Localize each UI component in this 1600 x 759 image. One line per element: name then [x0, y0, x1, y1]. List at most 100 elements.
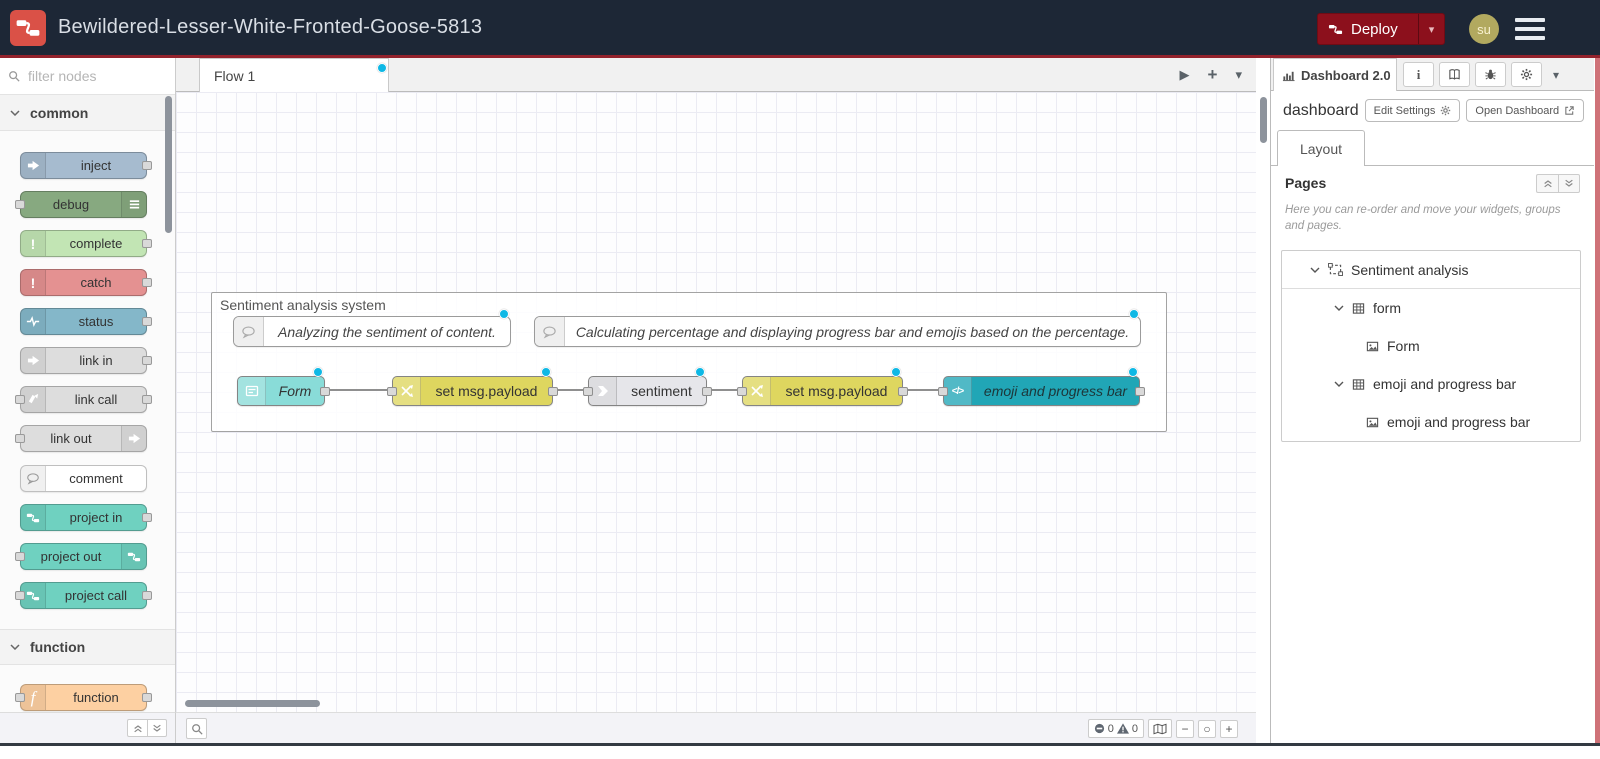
output-port[interactable] [142, 356, 152, 365]
user-avatar[interactable]: su [1469, 14, 1499, 44]
input-port[interactable] [15, 693, 25, 702]
palette-category-common[interactable]: common [0, 95, 175, 131]
input-port[interactable] [15, 591, 25, 600]
tree-item-widget-emoji-and-progress-bar[interactable]: emoji and progress bar [1282, 403, 1580, 441]
canvas-search-button[interactable] [186, 718, 207, 739]
node-label: Form [278, 383, 312, 399]
palette-search-input[interactable] [26, 67, 156, 85]
flow-tab-label: Flow 1 [214, 67, 256, 84]
input-port[interactable] [15, 200, 25, 209]
sidebar-tabs-caret[interactable]: ▾ [1553, 68, 1559, 82]
expand-all-button[interactable] [147, 719, 167, 737]
comment-node[interactable]: Analyzing the sentiment of content. [233, 316, 511, 347]
zoom-reset-button[interactable]: ○ [1198, 719, 1216, 738]
flow-tab[interactable]: Flow 1 [199, 58, 389, 92]
changed-indicator-dot [313, 367, 323, 377]
flow-node-change[interactable]: set msg.payload [737, 376, 908, 406]
palette-node-catch[interactable]: ! catch [20, 269, 152, 296]
output-port[interactable] [142, 513, 152, 522]
output-port[interactable] [142, 395, 152, 404]
palette-node-link-in[interactable]: link in [20, 347, 152, 374]
output-port[interactable] [548, 387, 558, 396]
flow-list-caret-icon[interactable]: ▾ [1235, 67, 1242, 83]
deploy-options-caret[interactable]: ▾ [1418, 14, 1444, 44]
output-port[interactable] [898, 387, 908, 396]
input-port[interactable] [15, 552, 25, 561]
palette-node-inject[interactable]: inject [20, 152, 152, 179]
bar-chart-icon [1282, 69, 1295, 82]
tree-item-page-sentiment-analysis[interactable]: Sentiment analysis [1282, 251, 1580, 289]
palette-scrollbar[interactable] [165, 96, 172, 233]
input-port[interactable] [583, 387, 593, 396]
deploy-button-main[interactable]: Deploy [1318, 14, 1418, 44]
chevron-down-icon[interactable] [1334, 305, 1344, 311]
tree-item-group-emoji-and-progress-bar[interactable]: emoji and progress bar [1282, 365, 1580, 403]
config-tab-button[interactable] [1511, 62, 1542, 87]
palette-node-project-in[interactable]: project in [20, 504, 152, 531]
palette-node-project-out[interactable]: project out [15, 543, 147, 570]
zoom-out-button[interactable]: − [1176, 719, 1194, 738]
output-port[interactable] [320, 387, 330, 396]
sidebar-tab-bar: Dashboard 2.0 i ▾ [1271, 58, 1594, 91]
pulse-icon [21, 309, 46, 334]
palette-node-project-call[interactable]: project call [15, 582, 152, 609]
output-port[interactable] [142, 278, 152, 287]
navigator-map-button[interactable] [1148, 719, 1172, 738]
input-port[interactable] [15, 434, 25, 443]
right-edge-scrollbar[interactable] [1595, 58, 1600, 743]
wire[interactable] [903, 389, 943, 391]
open-dashboard-button[interactable]: Open Dashboard [1466, 99, 1585, 122]
output-port[interactable] [1135, 387, 1145, 396]
zoom-in-button[interactable]: + [1220, 719, 1238, 738]
expand-all-pages-button[interactable] [1558, 173, 1580, 193]
canvas-vertical-scrollbar[interactable] [1260, 97, 1267, 143]
input-port[interactable] [15, 395, 25, 404]
palette-node-link-out[interactable]: link out [15, 425, 147, 452]
chevron-down-icon[interactable] [1310, 267, 1320, 273]
wire[interactable] [325, 389, 392, 391]
notifications-status[interactable]: 0 0 [1087, 719, 1144, 738]
sidebar-tab-dashboard[interactable]: Dashboard 2.0 [1273, 58, 1397, 91]
output-port[interactable] [142, 317, 152, 326]
arrow-pentagon-icon [589, 377, 617, 405]
chevron-down-icon[interactable] [1334, 381, 1344, 387]
scroll-tabs-right-icon[interactable]: ▶ [1180, 67, 1190, 83]
collapse-all-button[interactable] [127, 719, 147, 737]
tab-layout[interactable]: Layout [1277, 130, 1365, 166]
debug-tab-button[interactable] [1475, 62, 1506, 87]
comment-node[interactable]: Calculating percentage and displaying pr… [534, 316, 1141, 347]
input-port[interactable] [387, 387, 397, 396]
edit-settings-button[interactable]: Edit Settings [1364, 99, 1461, 122]
flow-node-sentiment[interactable]: sentiment [583, 376, 712, 406]
project-logo-icon [21, 505, 46, 530]
deploy-button[interactable]: Deploy ▾ [1317, 13, 1445, 45]
input-port[interactable] [938, 387, 948, 396]
flow-node-form[interactable]: Form [237, 376, 330, 406]
palette-node-complete[interactable]: ! complete [20, 230, 152, 257]
canvas-horizontal-scrollbar[interactable] [185, 700, 320, 707]
add-flow-button[interactable]: + [1208, 65, 1218, 85]
palette-node-function[interactable]: f function [15, 684, 152, 711]
help-tab-button[interactable] [1439, 62, 1470, 87]
output-port[interactable] [142, 693, 152, 702]
output-port[interactable] [702, 387, 712, 396]
main-menu-button[interactable] [1515, 18, 1545, 40]
tree-item-widget-form[interactable]: Form [1282, 327, 1580, 365]
flow-group-sentiment-analysis-system[interactable]: Sentiment analysis system [211, 292, 1167, 432]
output-port[interactable] [142, 591, 152, 600]
palette-node-status[interactable]: status [20, 308, 152, 335]
tree-item-group-form[interactable]: form [1282, 289, 1580, 327]
flow-node-template[interactable]: </> emoji and progress bar [938, 376, 1145, 406]
input-port[interactable] [737, 387, 747, 396]
node-palette: common inject debug ! complete ! catch s… [0, 58, 176, 712]
palette-node-debug[interactable]: debug [15, 191, 147, 218]
palette-node-comment[interactable]: comment [20, 465, 147, 492]
output-port[interactable] [142, 239, 152, 248]
palette-node-link-call[interactable]: link call [15, 386, 152, 413]
warning-count: 0 [1131, 722, 1138, 735]
palette-category-function[interactable]: function [0, 629, 175, 665]
info-tab-button[interactable]: i [1403, 62, 1434, 87]
collapse-all-pages-button[interactable] [1536, 173, 1558, 193]
flow-node-change[interactable]: set msg.payload [387, 376, 558, 406]
output-port[interactable] [142, 161, 152, 170]
